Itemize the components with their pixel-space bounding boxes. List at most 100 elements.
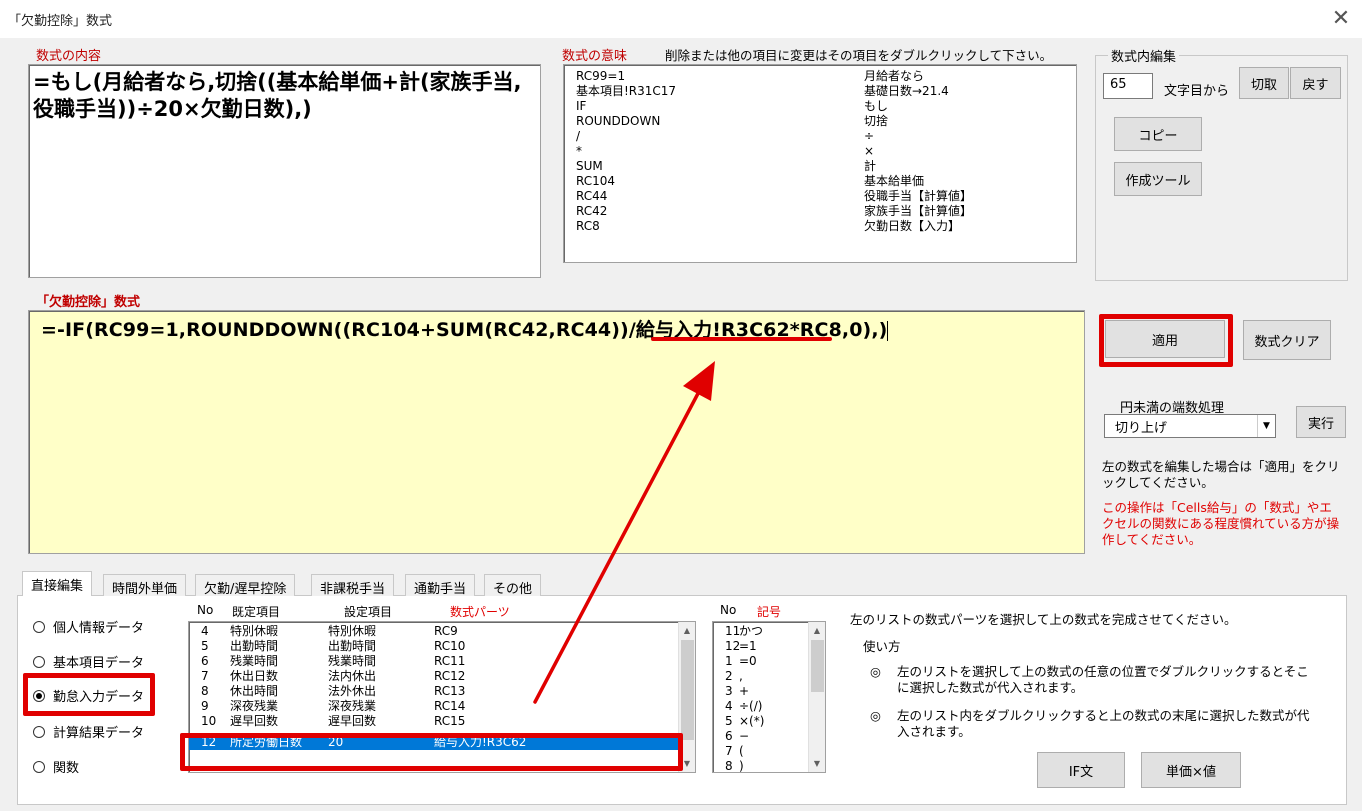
parts-cell-no: 9 xyxy=(201,699,209,713)
chevron-down-icon[interactable]: ▼ xyxy=(1257,415,1275,437)
meaning-row[interactable]: 基本項目!R31C17 基礎日数→21.4 xyxy=(576,84,1076,99)
parts-header-item: 既定項目 xyxy=(232,605,281,619)
parts-row[interactable]: 6 残業時間 残業時間 RC11 xyxy=(189,654,695,669)
symbol-no: 11 xyxy=(725,624,741,638)
parts-cell-parts: RC11 xyxy=(434,654,466,668)
execute-button[interactable]: 実行 xyxy=(1296,406,1346,438)
meaning-row[interactable]: IF もし xyxy=(576,99,1076,114)
parts-row[interactable]: 8 休出時間 法外休出 RC13 xyxy=(189,684,695,699)
radio-personal-data[interactable]: 個人情報データ xyxy=(33,617,144,636)
parts-cell-no: 4 xyxy=(201,624,209,638)
parts-row[interactable]: 4 特別休暇 特別休暇 RC9 xyxy=(189,624,695,639)
tab-commute[interactable]: 通勤手当 xyxy=(405,574,476,597)
formula-content-box[interactable]: =もし(月給者なら,切捨((基本給単価+計(家族手当,役職手当))÷20×欠勤日… xyxy=(28,64,541,278)
parts-row[interactable]: 9 深夜残業 深夜残業 RC14 xyxy=(189,699,695,714)
copy-button[interactable]: コピー xyxy=(1114,117,1202,151)
parts-cell-item: 休出時間 xyxy=(230,684,279,698)
parts-row[interactable]: 10 遅早回数 遅早回数 RC15 xyxy=(189,714,695,729)
bullet-icon: ◎ xyxy=(870,664,881,679)
meaning-code: RC99=1 xyxy=(576,69,626,83)
if-statement-button[interactable]: IF文 xyxy=(1037,752,1125,788)
radio-icon xyxy=(33,620,45,633)
radio-basic-item-data[interactable]: 基本項目データ xyxy=(33,652,144,671)
symbol-no: 2 xyxy=(725,669,733,683)
meaning-row[interactable]: RC104 基本給単価 xyxy=(576,174,1076,189)
parts-cell-parts: RC14 xyxy=(434,699,466,713)
symbols-scrollbar[interactable]: ▲ ▼ xyxy=(808,622,825,772)
parts-cell-item: 特別休暇 xyxy=(230,624,279,638)
rounding-select[interactable]: 切り上げ ▼ xyxy=(1104,414,1276,438)
symbol-text: ×(*) xyxy=(739,714,765,728)
warning-note: この操作は「Cells給与」の「数式」やエクセルの関数にある程度慣れている方が操… xyxy=(1102,500,1340,547)
meaning-row[interactable]: RC44 役職手当【計算値】 xyxy=(576,189,1076,204)
tab-absence-deduction[interactable]: 欠勤/遅早控除 xyxy=(195,574,296,597)
symbol-no: 6 xyxy=(725,729,733,743)
parts-row[interactable]: 5 出勤時間 出勤時間 RC10 xyxy=(189,639,695,654)
meaning-row[interactable]: RC42 家族手当【計算値】 xyxy=(576,204,1076,219)
scroll-up-icon[interactable]: ▲ xyxy=(809,622,825,638)
meaning-code: RC8 xyxy=(576,219,600,233)
symbol-no: 1 xyxy=(725,654,733,668)
parts-cell-parts: RC15 xyxy=(434,714,466,728)
scroll-down-icon[interactable]: ▼ xyxy=(809,755,825,771)
radio-icon xyxy=(33,725,45,738)
parts-cell-parts: RC12 xyxy=(434,669,466,683)
tab-direct-edit[interactable]: 直接編集 xyxy=(22,571,93,596)
meaning-row[interactable]: ROUNDDOWN 切捨 xyxy=(576,114,1076,129)
parts-cell-item: 出勤時間 xyxy=(230,639,279,653)
meaning-code: RC42 xyxy=(576,204,608,218)
window-title: 「欠勤控除」数式 xyxy=(8,14,113,29)
undo-button[interactable]: 戻す xyxy=(1290,67,1341,99)
tab-other[interactable]: その他 xyxy=(484,574,542,597)
radio-calc-result-data[interactable]: 計算結果データ xyxy=(33,722,144,741)
meaning-row[interactable]: * × xyxy=(576,144,1076,159)
meaning-text: もし xyxy=(864,99,889,113)
formula-content-label: 数式の内容 xyxy=(36,49,102,64)
tool-button[interactable]: 作成ツール xyxy=(1114,162,1202,196)
tab-nontaxable[interactable]: 非課税手当 xyxy=(311,574,395,597)
parts-cell-setting: 残業時間 xyxy=(328,654,377,668)
parts-header-parts: 数式パーツ xyxy=(450,605,510,619)
meaning-text: 切捨 xyxy=(864,114,889,128)
symbol-no: 4 xyxy=(725,699,733,713)
meaning-code: RC104 xyxy=(576,174,616,188)
meaning-row[interactable]: SUM 計 xyxy=(576,159,1076,174)
tab-overtime-rate[interactable]: 時間外単価 xyxy=(103,574,187,597)
main-formula-editor[interactable]: =-IF(RC99=1,ROUNDDOWN((RC104+SUM(RC42,RC… xyxy=(28,310,1085,554)
symbols-list[interactable]: 11 かつ 12 =1 1 =0 2, 3 +4 ÷(/) 5 ×(*) 6−7 (8) ▲ ▼ xyxy=(712,621,826,773)
scroll-thumb[interactable] xyxy=(811,640,824,692)
position-input[interactable]: 65 xyxy=(1103,73,1153,99)
main-formula-label: 「欠勤控除」数式 xyxy=(36,295,141,310)
apply-note: 左の数式を編集した場合は「適用」をクリックしてください。 xyxy=(1102,459,1340,490)
parts-cell-setting: 出勤時間 xyxy=(328,639,377,653)
scroll-thumb[interactable] xyxy=(681,640,694,740)
close-icon[interactable]: ✕ xyxy=(1326,4,1356,34)
radio-functions[interactable]: 関数 xyxy=(33,757,79,776)
meaning-row[interactable]: RC8 欠勤日数【入力】 xyxy=(576,219,1076,234)
parts-cell-setting: 特別休暇 xyxy=(328,624,377,638)
cut-button[interactable]: 切取 xyxy=(1239,67,1289,99)
clear-formula-button[interactable]: 数式クリア xyxy=(1243,320,1331,360)
parts-cell-item: 残業時間 xyxy=(230,654,279,668)
parts-header-setting: 設定項目 xyxy=(344,605,393,619)
scroll-up-icon[interactable]: ▲ xyxy=(679,622,695,638)
symbol-text: ÷(/) xyxy=(739,699,763,713)
meaning-code: RC44 xyxy=(576,189,608,203)
symbol-no: 5 xyxy=(725,714,733,728)
meaning-row[interactable]: RC99=1 月給者なら xyxy=(576,69,1076,84)
meaning-text: 基礎日数→21.4 xyxy=(864,84,949,98)
symbols-header-sym: 記号 xyxy=(757,605,782,619)
unit-price-button[interactable]: 単価×値 xyxy=(1141,752,1241,788)
symbol-text: =1 xyxy=(739,639,757,653)
symbol-text: − xyxy=(739,729,750,743)
symbol-text: =0 xyxy=(739,654,757,668)
meaning-row[interactable]: / ÷ xyxy=(576,129,1076,144)
meaning-text: × xyxy=(864,144,875,158)
formula-meaning-list[interactable]: RC99=1 月給者なら 基本項目!R31C17 基礎日数→21.4 IF もし ROUND… xyxy=(563,64,1077,263)
parts-cell-item: 深夜残業 xyxy=(230,699,279,713)
meaning-code: SUM xyxy=(576,159,603,173)
meaning-code: * xyxy=(576,144,582,158)
parts-header-no: No xyxy=(197,603,214,617)
parts-cell-no: 5 xyxy=(201,639,209,653)
parts-row[interactable]: 7 休出日数 法内休出 RC12 xyxy=(189,669,695,684)
